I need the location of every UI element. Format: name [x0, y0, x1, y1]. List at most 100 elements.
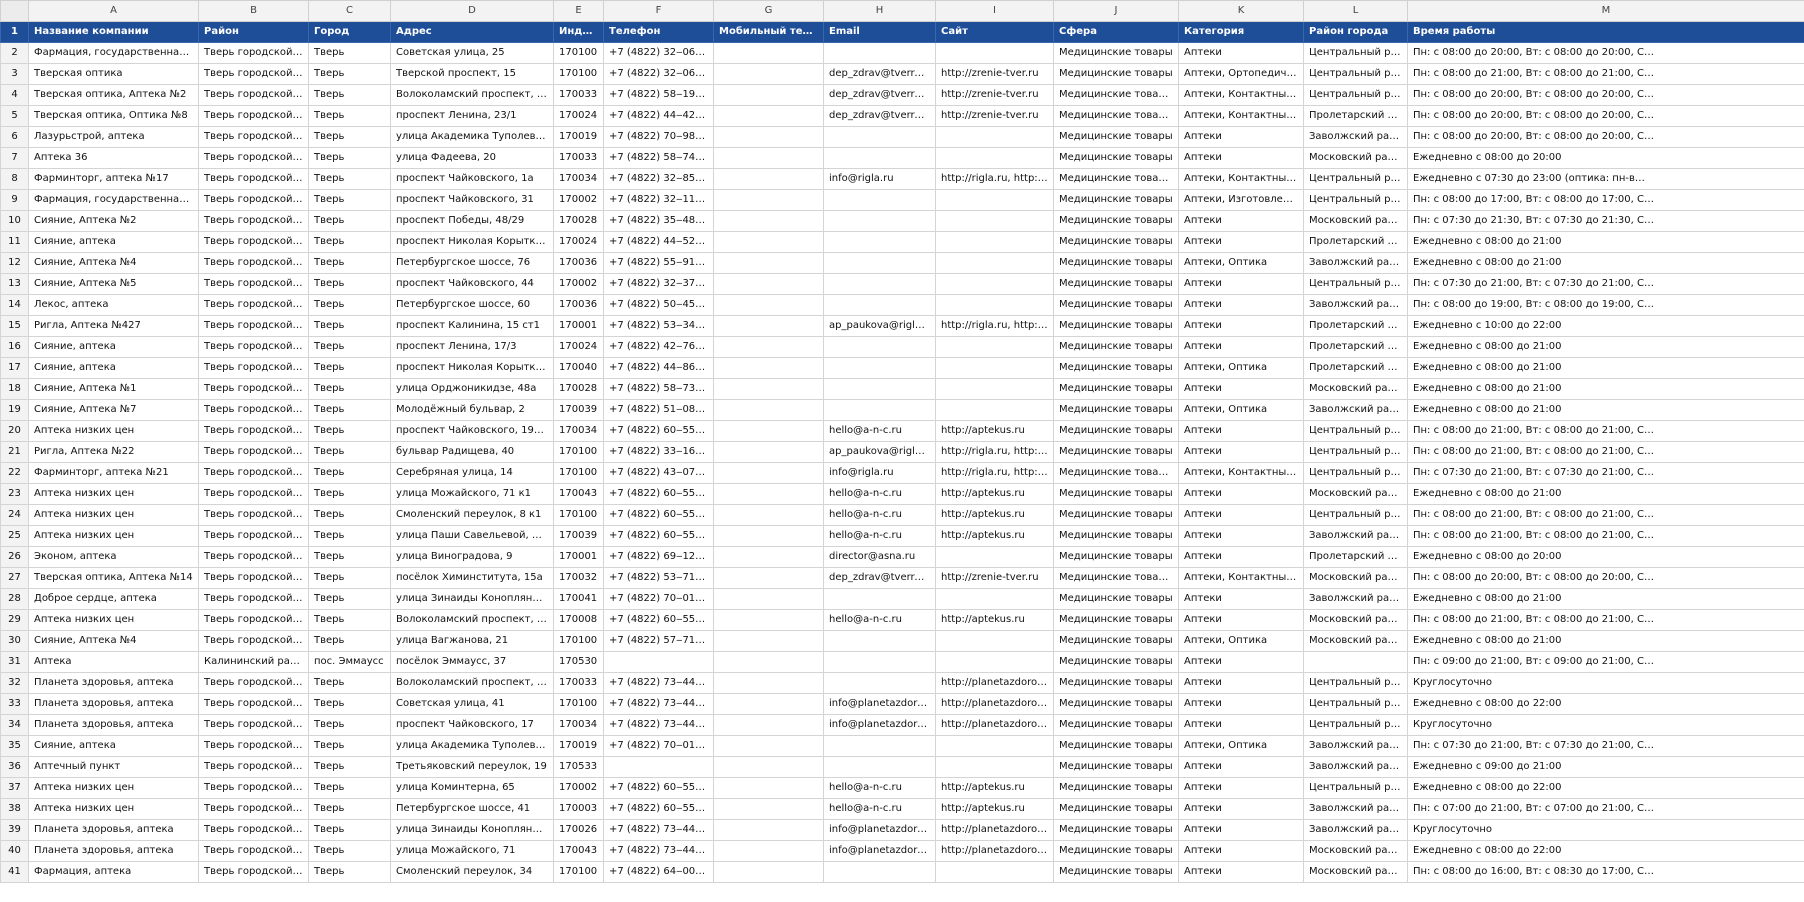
table-cell[interactable]: Тверь городской округ [198, 462, 309, 484]
table-cell[interactable]: Ежедневно с 08:00 до 21:00 [1407, 630, 1804, 652]
table-cell[interactable]: Медицинские товары [1053, 273, 1179, 295]
table-cell[interactable]: Ежедневно с 09:00 до 21:00 [1407, 756, 1804, 778]
table-cell[interactable]: Ежедневно с 08:00 до 21:00 [1407, 336, 1804, 358]
table-cell[interactable]: 170100 [553, 42, 604, 64]
table-cell[interactable] [603, 651, 714, 673]
table-cell[interactable]: Аптека низких цен [28, 777, 199, 799]
table-cell[interactable]: Тверь [308, 693, 391, 715]
table-cell[interactable]: hello@a-n-c.ru [823, 798, 936, 820]
table-cell[interactable] [823, 231, 936, 253]
table-cell[interactable]: Пн: с 08:00 до 20:00, Вт: с 08:00 до 20:… [1407, 84, 1804, 106]
table-cell[interactable]: Аптеки [1178, 546, 1304, 568]
table-cell[interactable]: Аптеки, Оптика [1178, 630, 1304, 652]
table-cell[interactable]: Тверь городской округ [198, 210, 309, 232]
row-number[interactable]: 23 [0, 483, 29, 505]
table-cell[interactable] [713, 357, 824, 379]
table-cell[interactable]: Тверь городской округ [198, 315, 309, 337]
table-cell[interactable] [935, 399, 1054, 421]
table-cell[interactable]: Ежедневно с 08:00 до 21:00 [1407, 399, 1804, 421]
table-cell[interactable]: Тверь городской округ [198, 399, 309, 421]
table-cell[interactable]: 170002 [553, 273, 604, 295]
table-cell[interactable]: +7 (4822) 60‒55‒33 [603, 798, 714, 820]
row-number[interactable]: 7 [0, 147, 29, 169]
table-cell[interactable]: Московский район [1303, 567, 1408, 589]
table-cell[interactable]: http://planetazdorovo.ru [935, 819, 1054, 841]
table-cell[interactable]: Тверь [308, 294, 391, 316]
table-cell[interactable] [713, 294, 824, 316]
table-cell[interactable]: Тверь [308, 42, 391, 64]
table-cell[interactable]: Тверь городской округ [198, 756, 309, 778]
table-cell[interactable]: Тверь [308, 735, 391, 757]
table-cell[interactable]: 170036 [553, 252, 604, 274]
table-cell[interactable]: Аптеки, Изготовление лек… [1178, 189, 1304, 211]
table-cell[interactable]: Центральный район [1303, 672, 1408, 694]
table-cell[interactable] [713, 567, 824, 589]
table-cell[interactable]: 170001 [553, 315, 604, 337]
table-cell[interactable]: 170533 [553, 756, 604, 778]
table-cell[interactable]: Пролетарский район [1303, 336, 1408, 358]
header-cell[interactable]: Название компании [28, 21, 199, 43]
table-cell[interactable]: Ежедневно с 08:00 до 21:00 [1407, 252, 1804, 274]
table-cell[interactable]: Московский район [1303, 609, 1408, 631]
table-cell[interactable] [713, 273, 824, 295]
table-cell[interactable] [823, 378, 936, 400]
table-cell[interactable]: 170100 [553, 630, 604, 652]
table-cell[interactable]: Тверская оптика [28, 63, 199, 85]
table-cell[interactable]: Фармация, государственная аптека [28, 42, 199, 64]
table-cell[interactable]: http://planetazdorovo.ru [935, 672, 1054, 694]
table-cell[interactable]: Ежедневно с 08:00 до 22:00 [1407, 693, 1804, 715]
table-cell[interactable]: Тверь городской округ [198, 777, 309, 799]
table-cell[interactable] [935, 42, 1054, 64]
table-cell[interactable]: Тверь городской округ [198, 252, 309, 274]
table-cell[interactable]: 170033 [553, 84, 604, 106]
table-cell[interactable] [713, 756, 824, 778]
table-cell[interactable] [713, 819, 824, 841]
table-cell[interactable] [713, 231, 824, 253]
table-cell[interactable]: Пн: с 07:30 до 21:30, Вт: с 07:30 до 21:… [1407, 210, 1804, 232]
table-cell[interactable]: Ежедневно с 08:00 до 20:00 [1407, 147, 1804, 169]
table-cell[interactable]: Ежедневно с 10:00 до 22:00 [1407, 315, 1804, 337]
table-cell[interactable]: Тверь городской округ [198, 735, 309, 757]
table-cell[interactable] [713, 126, 824, 148]
table-cell[interactable] [713, 252, 824, 274]
table-cell[interactable]: Центральный район [1303, 462, 1408, 484]
table-cell[interactable]: Тверь городской округ [198, 546, 309, 568]
table-cell[interactable]: Пн: с 08:00 до 16:00, Вт: с 08:30 до 17:… [1407, 861, 1804, 883]
table-cell[interactable] [935, 189, 1054, 211]
table-cell[interactable]: проспект Николая Корыткова… [390, 231, 554, 253]
table-cell[interactable]: Тверь городской округ [198, 714, 309, 736]
table-cell[interactable]: Медицинские товары [1053, 756, 1179, 778]
table-cell[interactable] [713, 651, 824, 673]
table-cell[interactable]: Тверь городской округ [198, 798, 309, 820]
row-number[interactable]: 16 [0, 336, 29, 358]
table-cell[interactable] [713, 105, 824, 127]
table-cell[interactable]: Эконом, аптека [28, 546, 199, 568]
table-cell[interactable]: Медицинские товары [1053, 798, 1179, 820]
table-cell[interactable] [823, 42, 936, 64]
table-cell[interactable]: Тверь городской округ [198, 294, 309, 316]
table-cell[interactable]: Тверь [308, 546, 391, 568]
row-number[interactable]: 20 [0, 420, 29, 442]
row-number[interactable]: 5 [0, 105, 29, 127]
table-cell[interactable]: Пн: с 07:30 до 21:00, Вт: с 07:30 до 21:… [1407, 462, 1804, 484]
table-cell[interactable]: http://planetazdorovo.ru [935, 714, 1054, 736]
table-cell[interactable]: Тверь городской округ [198, 231, 309, 253]
table-cell[interactable] [713, 168, 824, 190]
table-cell[interactable]: Смоленский переулок, 34 [390, 861, 554, 883]
table-cell[interactable]: 170034 [553, 714, 604, 736]
table-cell[interactable]: Фарминторг, аптека №17 [28, 168, 199, 190]
header-cell[interactable]: Индекс [553, 21, 604, 43]
table-cell[interactable]: Тверь [308, 525, 391, 547]
table-cell[interactable]: Петербургское шоссе, 60 [390, 294, 554, 316]
table-cell[interactable]: 170100 [553, 861, 604, 883]
table-cell[interactable]: +7 (4822) 73‒44‒44 [603, 693, 714, 715]
table-cell[interactable]: Аптека низких цен [28, 504, 199, 526]
table-cell[interactable]: Петербургское шоссе, 41 [390, 798, 554, 820]
table-cell[interactable]: Лекос, аптека [28, 294, 199, 316]
table-cell[interactable]: http://zrenie-tver.ru [935, 105, 1054, 127]
table-cell[interactable]: Аптека низких цен [28, 525, 199, 547]
column-header-d[interactable]: D [390, 0, 554, 22]
row-number[interactable]: 29 [0, 609, 29, 631]
table-cell[interactable]: Тверь городской округ [198, 168, 309, 190]
table-cell[interactable]: Тверь городской округ [198, 588, 309, 610]
